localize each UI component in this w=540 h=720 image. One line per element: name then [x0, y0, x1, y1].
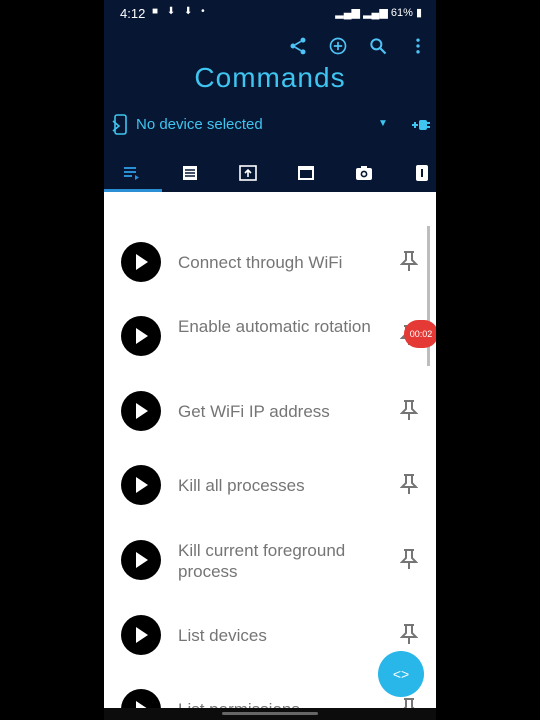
- device-selector-label: No device selected: [136, 116, 263, 133]
- tab-upload[interactable]: [220, 154, 276, 192]
- tab-screenshot[interactable]: [336, 154, 392, 192]
- recording-timer-badge[interactable]: 00:02: [404, 320, 436, 348]
- video-icon: ■: [152, 6, 162, 17]
- signal-icon: ▂▄▆: [363, 7, 388, 19]
- play-icon[interactable]: [121, 465, 161, 505]
- battery-level: 61%: [390, 7, 413, 19]
- phone-disconnected-icon: [112, 114, 130, 141]
- command-label: List devices: [178, 626, 267, 645]
- chevron-down-icon[interactable]: ▼: [378, 118, 388, 129]
- upload-icon: [239, 165, 257, 181]
- status-notification-icons: ■ ⬇ ⬇ •: [152, 6, 208, 17]
- download-icon: ⬇: [166, 6, 179, 17]
- pin-icon[interactable]: [399, 623, 419, 645]
- command-list: Connect through WiFi Enable automatic ro…: [104, 192, 436, 720]
- dot-icon: •: [201, 6, 208, 17]
- play-icon[interactable]: [121, 242, 161, 282]
- tab-device-info[interactable]: [394, 154, 436, 192]
- battery-icon: ▮: [415, 7, 422, 19]
- tab-window[interactable]: [278, 154, 334, 192]
- app-screen: 4:12 ■ ⬇ ⬇ • ▂▄▆ ▂▄▆ 61% ▮ Commands No d…: [104, 0, 436, 720]
- add-circle-icon[interactable]: [328, 36, 352, 60]
- command-label: Enable automatic rotation: [178, 317, 371, 336]
- play-icon[interactable]: [121, 391, 161, 431]
- page-title: Commands: [194, 62, 346, 93]
- pin-icon[interactable]: [399, 399, 419, 421]
- play-icon[interactable]: [121, 615, 161, 655]
- list-item[interactable]: Connect through WiFi: [104, 227, 436, 297]
- camera-icon: [356, 166, 372, 180]
- command-list-icon: [124, 167, 139, 180]
- device-selector[interactable]: No device selected ▼: [104, 110, 436, 140]
- command-label: Kill current foreground process: [178, 541, 346, 581]
- list-item[interactable]: Kill all processes: [104, 450, 436, 520]
- more-vert-icon[interactable]: [408, 36, 432, 60]
- pin-icon[interactable]: [399, 548, 419, 570]
- list-item[interactable]: Get WiFi IP address: [104, 376, 436, 446]
- plug-connect-icon[interactable]: [410, 115, 432, 140]
- status-right: ▂▄▆ ▂▄▆ 61% ▮: [335, 6, 422, 19]
- tab-commands[interactable]: [104, 154, 160, 192]
- list-item[interactable]: Enable automatic rotation: [104, 301, 436, 371]
- document-icon: [183, 166, 197, 180]
- play-icon[interactable]: [121, 540, 161, 580]
- app-header: Commands No device selected ▼: [104, 28, 436, 192]
- system-nav-bar: [104, 708, 436, 720]
- status-time: 4:12: [120, 6, 146, 21]
- window-icon: [298, 166, 314, 180]
- command-label: Kill all processes: [178, 476, 305, 495]
- signal-icon: ▂▄▆: [335, 7, 360, 19]
- tab-bar: [104, 154, 436, 192]
- pin-icon[interactable]: [399, 250, 419, 272]
- device-info-icon: [416, 165, 428, 181]
- home-handle[interactable]: [222, 712, 318, 715]
- command-label: Get WiFi IP address: [178, 402, 330, 421]
- play-icon[interactable]: [121, 316, 161, 356]
- pin-icon[interactable]: [399, 473, 419, 495]
- status-bar: 4:12 ■ ⬇ ⬇ • ▂▄▆ ▂▄▆ 61% ▮: [104, 0, 436, 28]
- fab-code-button[interactable]: <>: [378, 651, 424, 697]
- share-icon[interactable]: [288, 36, 312, 60]
- tab-logcat[interactable]: [162, 154, 218, 192]
- list-item[interactable]: Kill current foreground process: [104, 525, 436, 595]
- command-label: Connect through WiFi: [178, 253, 343, 272]
- search-icon[interactable]: [368, 36, 392, 60]
- download-icon: ⬇: [184, 6, 196, 17]
